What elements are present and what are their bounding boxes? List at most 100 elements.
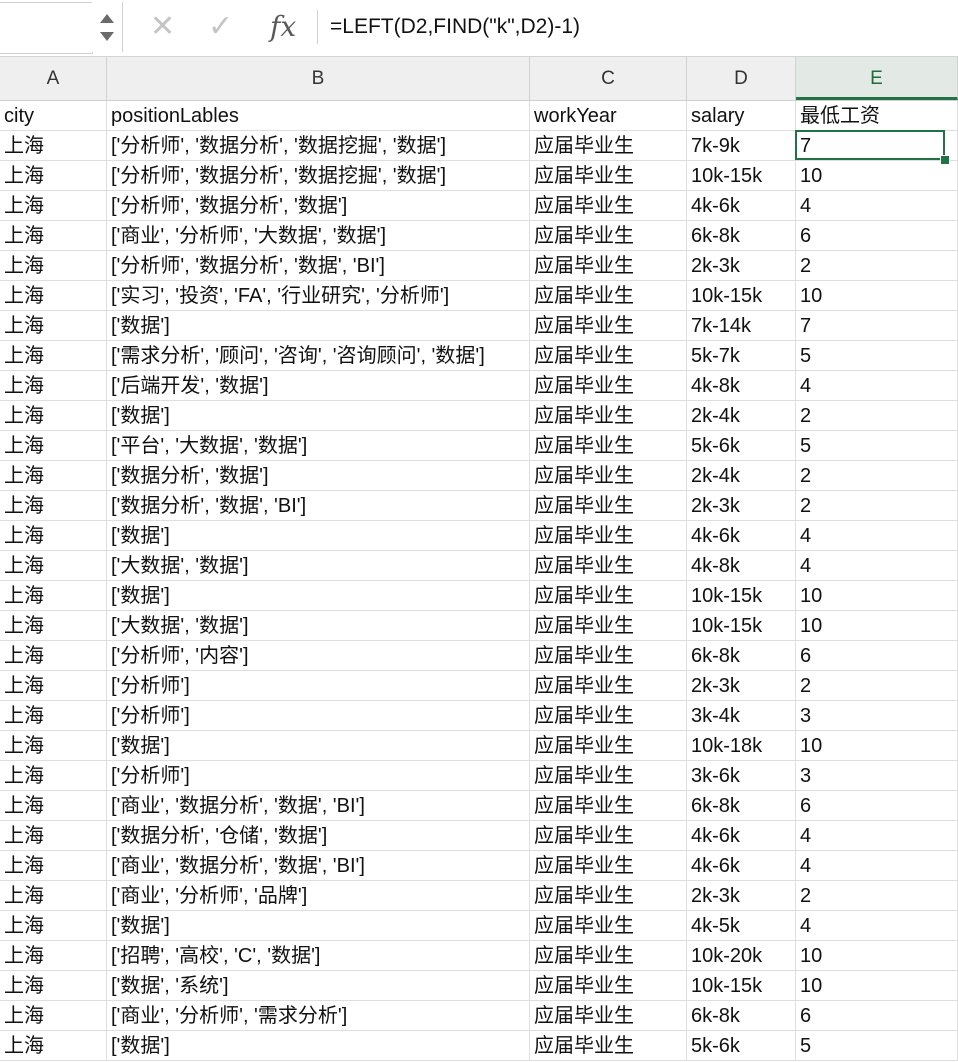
cell[interactable]: 上海: [0, 341, 107, 371]
cancel-icon[interactable]: ✕: [150, 10, 175, 44]
cell[interactable]: ['分析师', '内容']: [107, 641, 530, 671]
cell[interactable]: ['招聘', '高校', 'C', '数据']: [107, 941, 530, 971]
cell[interactable]: 应届毕业生: [530, 911, 687, 941]
cell[interactable]: 3: [796, 761, 958, 791]
cell[interactable]: 4k-6k: [687, 851, 796, 881]
cell[interactable]: ['数据']: [107, 521, 530, 551]
cell[interactable]: ['数据']: [107, 311, 530, 341]
cell[interactable]: 4: [796, 371, 958, 401]
cell[interactable]: 2k-4k: [687, 401, 796, 431]
cell[interactable]: 2k-3k: [687, 251, 796, 281]
cell[interactable]: 4k-6k: [687, 821, 796, 851]
cell[interactable]: 4: [796, 851, 958, 881]
cell[interactable]: ['商业', '数据分析', '数据', 'BI']: [107, 791, 530, 821]
cell[interactable]: 10k-18k: [687, 731, 796, 761]
cell[interactable]: ['数据', '系统']: [107, 971, 530, 1001]
cell[interactable]: 上海: [0, 521, 107, 551]
cell[interactable]: ['大数据', '数据']: [107, 611, 530, 641]
cell[interactable]: 上海: [0, 161, 107, 191]
chevron-up-icon[interactable]: [100, 14, 114, 23]
cell[interactable]: 上海: [0, 971, 107, 1001]
cell[interactable]: 7: [796, 311, 958, 341]
cell[interactable]: 3k-4k: [687, 701, 796, 731]
cell[interactable]: 应届毕业生: [530, 311, 687, 341]
cell[interactable]: ['分析师']: [107, 701, 530, 731]
cell[interactable]: 6: [796, 221, 958, 251]
cell[interactable]: 上海: [0, 551, 107, 581]
cell[interactable]: 10k-15k: [687, 161, 796, 191]
cell[interactable]: 10: [796, 971, 958, 1001]
cell[interactable]: 4: [796, 821, 958, 851]
cell[interactable]: 7k-14k: [687, 311, 796, 341]
cell[interactable]: 2: [796, 251, 958, 281]
cell[interactable]: ['实习', '投资', 'FA', '行业研究', '分析师']: [107, 281, 530, 311]
cell[interactable]: ['商业', '分析师', '需求分析']: [107, 1001, 530, 1031]
cell[interactable]: 10: [796, 161, 958, 191]
cell[interactable]: workYear: [530, 101, 687, 131]
cell[interactable]: 7k-9k: [687, 131, 796, 161]
cell[interactable]: 5: [796, 431, 958, 461]
cell[interactable]: 应届毕业生: [530, 131, 687, 161]
cell[interactable]: 应届毕业生: [530, 851, 687, 881]
cell[interactable]: ['数据']: [107, 731, 530, 761]
cell[interactable]: 应届毕业生: [530, 941, 687, 971]
cell[interactable]: 上海: [0, 401, 107, 431]
name-box[interactable]: [0, 2, 93, 54]
cell[interactable]: 10: [796, 281, 958, 311]
cell[interactable]: 4k-5k: [687, 911, 796, 941]
cell[interactable]: 2k-4k: [687, 461, 796, 491]
cell[interactable]: 上海: [0, 1031, 107, 1061]
cell[interactable]: ['数据分析', '仓储', '数据']: [107, 821, 530, 851]
cell[interactable]: ['数据分析', '数据', 'BI']: [107, 491, 530, 521]
cell[interactable]: 上海: [0, 821, 107, 851]
cell[interactable]: salary: [687, 101, 796, 131]
cell[interactable]: 上海: [0, 221, 107, 251]
cell[interactable]: 4: [796, 521, 958, 551]
cell[interactable]: 10k-15k: [687, 581, 796, 611]
column-header-a[interactable]: A: [0, 57, 107, 100]
column-header-e[interactable]: E: [796, 57, 958, 100]
column-header-c[interactable]: C: [530, 57, 687, 100]
cell[interactable]: ['数据']: [107, 401, 530, 431]
cell[interactable]: 上海: [0, 581, 107, 611]
cell[interactable]: 2: [796, 491, 958, 521]
cell[interactable]: 4: [796, 191, 958, 221]
cell[interactable]: 上海: [0, 911, 107, 941]
chevron-down-icon[interactable]: [100, 32, 114, 41]
cell[interactable]: ['大数据', '数据']: [107, 551, 530, 581]
cell[interactable]: ['分析师', '数据分析', '数据']: [107, 191, 530, 221]
cell[interactable]: ['数据']: [107, 1031, 530, 1061]
cell[interactable]: ['数据']: [107, 911, 530, 941]
cell[interactable]: 2: [796, 881, 958, 911]
cell[interactable]: 应届毕业生: [530, 671, 687, 701]
cell[interactable]: 6k-8k: [687, 791, 796, 821]
cell[interactable]: 上海: [0, 671, 107, 701]
cell[interactable]: 应届毕业生: [530, 551, 687, 581]
cell[interactable]: 4k-8k: [687, 551, 796, 581]
cell[interactable]: 3: [796, 701, 958, 731]
cell[interactable]: 应届毕业生: [530, 431, 687, 461]
cell[interactable]: ['商业', '分析师', '大数据', '数据']: [107, 221, 530, 251]
cell[interactable]: 上海: [0, 461, 107, 491]
column-header-d[interactable]: D: [687, 57, 796, 100]
cell[interactable]: ['后端开发', '数据']: [107, 371, 530, 401]
cell[interactable]: 应届毕业生: [530, 401, 687, 431]
cell[interactable]: 应届毕业生: [530, 341, 687, 371]
fill-handle[interactable]: [940, 155, 950, 165]
cell[interactable]: 上海: [0, 131, 107, 161]
cell[interactable]: 10: [796, 941, 958, 971]
cell[interactable]: ['数据']: [107, 581, 530, 611]
name-box-stepper[interactable]: [92, 2, 123, 52]
cell[interactable]: 5k-6k: [687, 431, 796, 461]
cell[interactable]: 上海: [0, 761, 107, 791]
cell[interactable]: 2k-3k: [687, 671, 796, 701]
cell[interactable]: 5k-6k: [687, 1031, 796, 1061]
cell[interactable]: 应届毕业生: [530, 761, 687, 791]
cell[interactable]: 上海: [0, 641, 107, 671]
cell[interactable]: 上海: [0, 281, 107, 311]
cell[interactable]: ['平台', '大数据', '数据']: [107, 431, 530, 461]
cell[interactable]: 6k-8k: [687, 221, 796, 251]
cell[interactable]: 应届毕业生: [530, 641, 687, 671]
cell[interactable]: 应届毕业生: [530, 821, 687, 851]
cell[interactable]: 应届毕业生: [530, 611, 687, 641]
